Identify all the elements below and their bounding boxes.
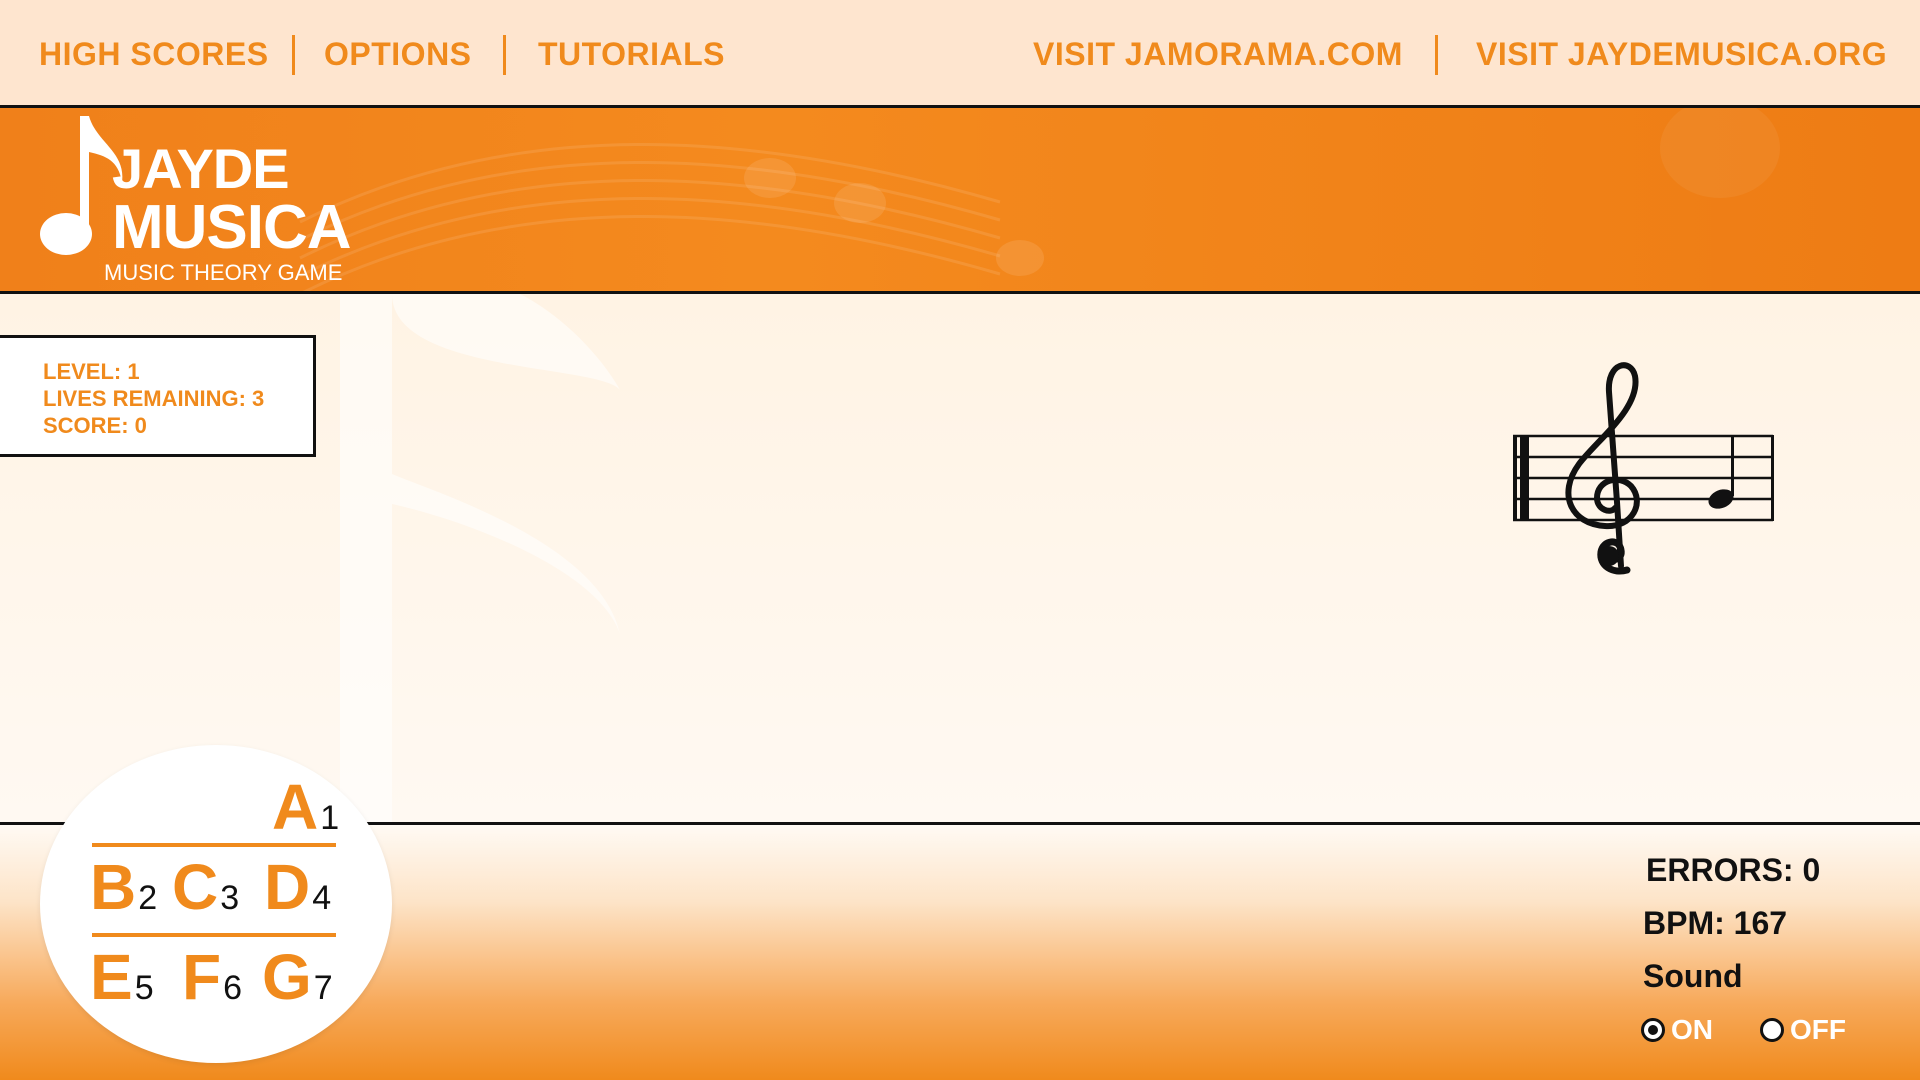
nav-separator	[292, 35, 295, 75]
key-c-button[interactable]: C3	[172, 850, 239, 924]
key-letter: D	[264, 851, 311, 923]
errors-counter: ERRORS: 0	[1646, 852, 1821, 888]
key-e-button[interactable]: E5	[90, 940, 154, 1014]
key-a-button[interactable]: A1	[272, 770, 339, 844]
key-number: 3	[220, 879, 240, 917]
key-divider	[92, 843, 336, 847]
nav-separator	[503, 35, 506, 75]
logo-tagline: MUSIC THEORY GAME	[104, 260, 343, 285]
sound-off-label: OFF	[1790, 1014, 1846, 1045]
key-divider	[92, 933, 336, 937]
key-number: 2	[138, 879, 158, 917]
nav-separator	[1435, 35, 1438, 75]
lives-remaining-text: LIVES REMAINING: 3	[43, 386, 265, 411]
key-letter: F	[182, 941, 222, 1013]
score-text: SCORE: 0	[43, 413, 147, 438]
key-f-button[interactable]: F6	[182, 940, 242, 1014]
key-letter: A	[272, 771, 319, 843]
key-letter: B	[90, 851, 137, 923]
key-letter: G	[262, 941, 312, 1013]
high-scores-link[interactable]: HIGH SCORES	[39, 36, 269, 73]
top-navigation-bar: HIGH SCORES OPTIONS TUTORIALS VISIT JAMO…	[0, 0, 1920, 108]
treble-clef-icon	[1565, 362, 1640, 575]
sound-off-radio[interactable]: OFF	[1760, 1014, 1846, 1046]
key-b-button[interactable]: B2	[90, 850, 157, 924]
bpm-readout: BPM: 167	[1643, 905, 1788, 941]
sound-on-label: ON	[1671, 1014, 1713, 1045]
status-panel: LEVEL: 1 LIVES REMAINING: 3 SCORE: 0	[0, 335, 316, 457]
options-link[interactable]: OPTIONS	[324, 36, 472, 73]
quarter-note-icon	[1708, 436, 1734, 509]
key-number: 1	[320, 799, 340, 837]
key-number: 7	[313, 969, 333, 1007]
radio-unselected-icon	[1760, 1018, 1784, 1042]
header-banner: JAYDE MUSICA MUSIC THEORY GAME	[0, 108, 1920, 294]
music-staff	[1513, 362, 1774, 575]
key-number: 4	[312, 879, 332, 917]
sound-label: Sound	[1643, 958, 1743, 994]
logo-musica: MUSICA	[112, 193, 352, 262]
level-text: LEVEL: 1	[43, 359, 140, 384]
visit-jamorama-link[interactable]: VISIT JAMORAMA.COM	[1033, 36, 1403, 73]
sound-on-radio[interactable]: ON	[1641, 1014, 1713, 1046]
key-g-button[interactable]: G7	[262, 940, 333, 1014]
key-d-button[interactable]: D4	[264, 850, 331, 924]
visit-jaydemusica-link[interactable]: VISIT JAYDEMUSICA.ORG	[1476, 36, 1887, 73]
key-letter: C	[172, 851, 219, 923]
key-letter: E	[90, 941, 133, 1013]
key-number: 6	[223, 969, 243, 1007]
key-number: 5	[134, 969, 154, 1007]
radio-selected-icon	[1641, 1018, 1665, 1042]
tutorials-link[interactable]: TUTORIALS	[538, 36, 725, 73]
